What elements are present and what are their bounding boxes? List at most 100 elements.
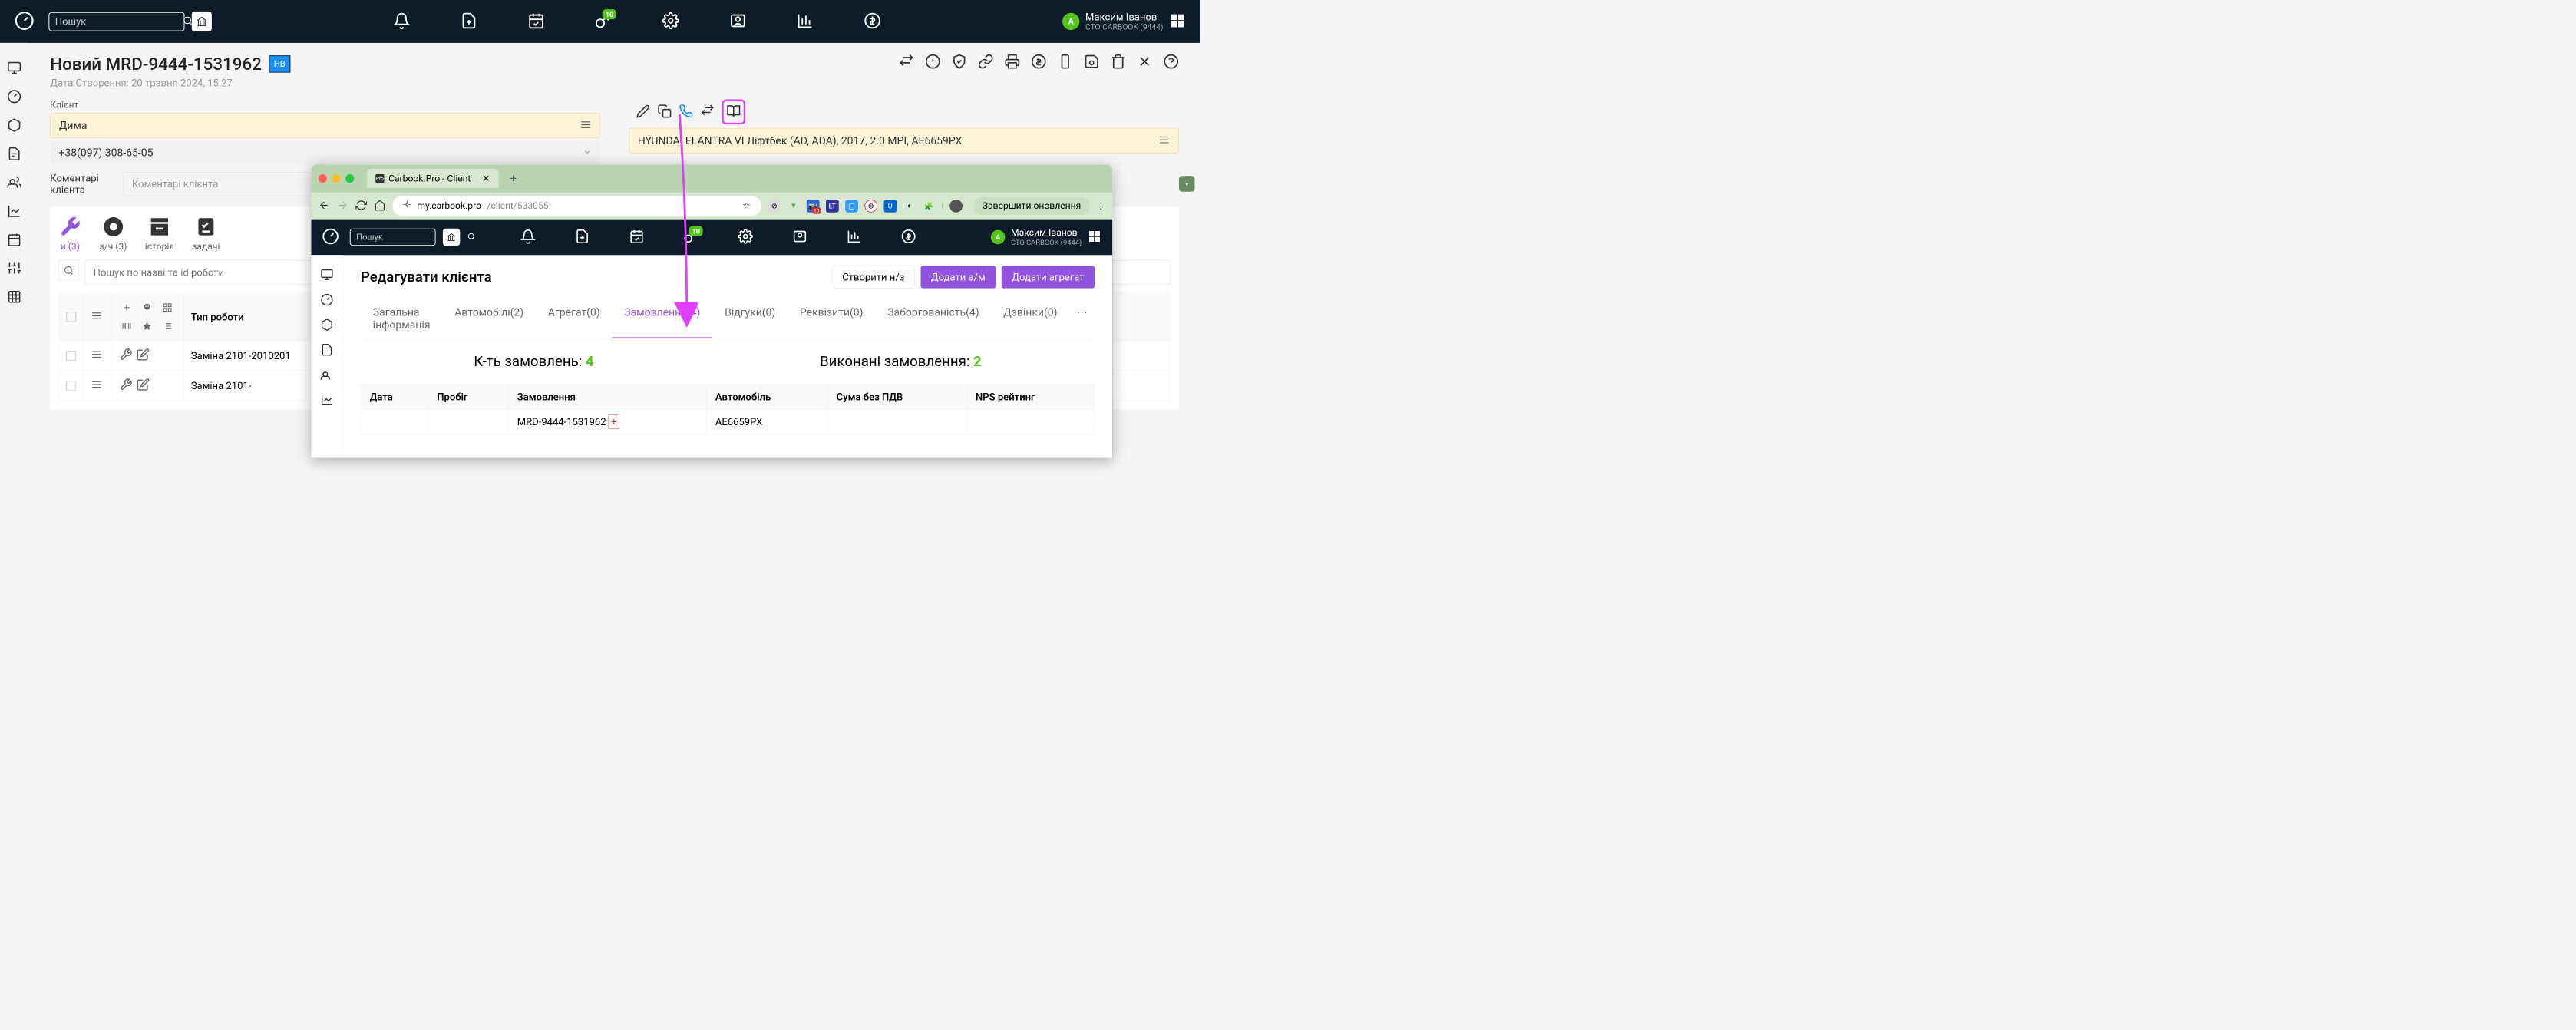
sidebar-box-icon[interactable] xyxy=(0,111,28,139)
trash-icon[interactable] xyxy=(1110,54,1126,71)
url-bar[interactable]: my.carbook.pro/client/533055 ☆ xyxy=(393,196,761,216)
order-tab-history[interactable]: історія xyxy=(145,216,174,253)
site-settings-icon[interactable] xyxy=(403,200,411,211)
chart-bar-icon[interactable] xyxy=(797,12,814,31)
vehicle-field[interactable]: HYUNDAI ELANTRA VI Ліфтбек (AD, ADA), 20… xyxy=(629,128,1179,154)
inner-bell-icon[interactable] xyxy=(520,229,536,245)
back-icon[interactable] xyxy=(319,200,330,213)
barcode-icon[interactable] xyxy=(120,319,134,334)
inner-contact-icon[interactable] xyxy=(792,229,807,245)
plus-badge-icon[interactable]: + xyxy=(609,415,619,429)
add-document-icon[interactable] xyxy=(461,12,477,31)
order-tab-tasks[interactable]: задачі xyxy=(192,216,220,253)
checkbox-all[interactable] xyxy=(66,312,76,322)
dollar-action-icon[interactable] xyxy=(1031,54,1047,71)
plus-icon[interactable] xyxy=(120,300,134,315)
alert-circle-icon[interactable] xyxy=(925,54,941,71)
checkbox-row[interactable] xyxy=(66,351,76,361)
inner-chart-icon[interactable] xyxy=(847,229,862,245)
client-phone-field[interactable]: +38(097) 308-65-05 xyxy=(50,141,600,165)
ext-icon-7[interactable]: U xyxy=(883,200,897,213)
forward-icon[interactable] xyxy=(337,200,348,213)
order-tab-works[interactable]: и (3) xyxy=(58,216,81,253)
ext-icon-4[interactable]: LT xyxy=(826,200,839,213)
calendar-check-icon[interactable] xyxy=(527,12,544,31)
tab-units[interactable]: Агрегат(0) xyxy=(536,299,613,338)
inner-side-analytics-icon[interactable] xyxy=(311,388,342,413)
grid-small-icon[interactable] xyxy=(160,300,175,315)
skull-icon[interactable] xyxy=(140,300,154,315)
book-open-icon[interactable] xyxy=(726,113,741,120)
cell-order[interactable]: MRD-9444-1531962 + xyxy=(508,409,706,434)
tab-debt[interactable]: Заборгованість(4) xyxy=(875,299,991,338)
search-box[interactable] xyxy=(48,12,184,31)
inner-gear-icon[interactable] xyxy=(738,229,753,245)
edit-icon[interactable] xyxy=(137,378,150,394)
work-search-icon[interactable] xyxy=(58,260,78,280)
traffic-yellow[interactable] xyxy=(332,174,340,183)
edit-pencil-icon[interactable] xyxy=(636,104,651,120)
ext-icon-8[interactable]: ◐ xyxy=(903,200,916,213)
ext-icon-2[interactable]: ▼ xyxy=(788,200,801,213)
bell-icon[interactable] xyxy=(393,12,410,31)
sidebar-sliders-icon[interactable] xyxy=(0,254,28,282)
save-icon[interactable] xyxy=(1084,54,1100,71)
menu-lines-icon[interactable] xyxy=(580,119,591,132)
new-tab-button[interactable]: + xyxy=(510,172,517,186)
tab-general[interactable]: Загальна інформація xyxy=(361,299,442,338)
row-menu-icon[interactable] xyxy=(91,351,102,362)
inner-side-dashboard-icon[interactable] xyxy=(311,287,342,312)
inner-grid-icon[interactable] xyxy=(1088,229,1102,246)
inner-bank-button[interactable] xyxy=(443,229,460,246)
inner-side-box-icon[interactable] xyxy=(311,312,342,338)
help-icon[interactable] xyxy=(1163,54,1179,71)
sidebar-invoice-icon[interactable] xyxy=(0,140,28,168)
wrench-icon[interactable] xyxy=(120,378,133,394)
close-tab-icon[interactable]: ✕ xyxy=(482,173,490,184)
inner-side-invoice-icon[interactable] xyxy=(311,337,342,362)
sidebar-analytics-icon[interactable] xyxy=(0,196,28,225)
edit-icon[interactable] xyxy=(137,348,150,363)
sidebar-grid-icon[interactable] xyxy=(0,282,28,311)
link-icon[interactable] xyxy=(978,54,994,71)
reload-icon[interactable] xyxy=(355,200,367,213)
tab-cars[interactable]: Автомобілі(2) xyxy=(442,299,536,338)
contact-card-icon[interactable] xyxy=(729,12,746,31)
inner-calendar-icon[interactable] xyxy=(629,229,645,245)
tab-requisites[interactable]: Реквізити(0) xyxy=(788,299,875,338)
star-bookmark-icon[interactable]: ☆ xyxy=(742,200,751,211)
browser-menu-icon[interactable]: ⋮ xyxy=(1097,201,1105,211)
inner-search-box[interactable] xyxy=(350,229,436,246)
list-icon[interactable] xyxy=(160,319,175,334)
gear-icon[interactable] xyxy=(662,12,679,31)
traffic-green[interactable] xyxy=(345,174,354,183)
star-icon[interactable] xyxy=(140,319,154,334)
home-icon[interactable] xyxy=(374,200,385,213)
phone-icon[interactable] xyxy=(679,104,693,120)
vehicle-menu-icon[interactable] xyxy=(1158,134,1170,147)
checkbox-row[interactable] xyxy=(66,381,76,391)
tab-more[interactable]: ⋯ xyxy=(1069,299,1095,338)
user-area[interactable]: А Максим Іванов СТО CARBOOK (9444) xyxy=(1062,11,1186,31)
sidebar-users-icon[interactable] xyxy=(0,168,28,196)
print-icon[interactable] xyxy=(1005,54,1021,71)
row-menu-icon[interactable] xyxy=(91,381,102,392)
add-car-button[interactable]: Додати а/м xyxy=(920,266,996,288)
add-unit-button[interactable]: Додати агрегат xyxy=(1002,266,1095,288)
create-order-button[interactable]: Створити н/з xyxy=(832,266,915,288)
inner-side-users-icon[interactable] xyxy=(311,362,342,388)
puzzle-icon[interactable]: 🧩 xyxy=(923,200,936,213)
inner-key-icon[interactable]: 10 xyxy=(684,229,699,245)
sort-icon[interactable] xyxy=(91,312,102,324)
copy-icon[interactable] xyxy=(658,104,672,120)
inner-side-monitor-icon[interactable] xyxy=(311,262,342,288)
tab-calls[interactable]: Дзвінки(0) xyxy=(991,299,1069,338)
tab-orders[interactable]: Замовлення(4) xyxy=(613,299,713,338)
client-name-field[interactable]: Дима xyxy=(50,113,600,138)
profile-avatar-icon[interactable] xyxy=(949,200,963,213)
inner-logo-icon[interactable] xyxy=(322,228,349,246)
tab-reviews[interactable]: Відгуки(0) xyxy=(712,299,788,338)
dollar-icon[interactable] xyxy=(864,12,880,31)
ext-icon-5[interactable]: ▢ xyxy=(845,200,858,213)
bank-button[interactable] xyxy=(192,12,212,31)
